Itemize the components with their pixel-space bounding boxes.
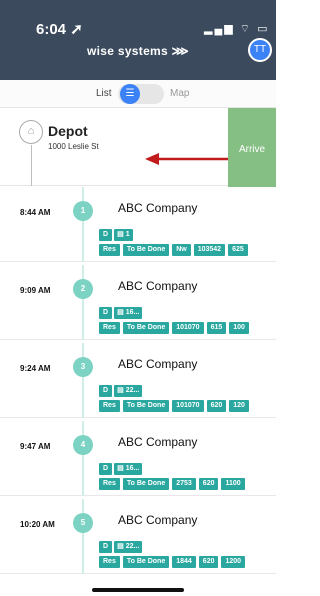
timeline-line — [82, 499, 84, 574]
stop-row[interactable]: 8:44 AM 1 ABC Company D ▤ 1 Res To Be Done Nw 103… — [0, 187, 276, 262]
stop-time: 9:24 AM — [20, 364, 51, 373]
depot-address: 1000 Leslie St — [48, 142, 99, 151]
delivery-code-tag: D — [99, 307, 113, 319]
stop-tags: D ▤ 16... — [99, 463, 143, 475]
timeline-line — [82, 265, 84, 340]
quantity-tag: ▤ 22... — [114, 541, 143, 553]
code-tag: 1200 — [221, 556, 246, 568]
state-tag: To Be Done — [122, 400, 170, 412]
toggle-map-label[interactable]: Map — [170, 88, 189, 99]
stop-meta: Res To Be Done 2753 620 1100 — [99, 478, 245, 490]
package-icon: ▤ — [117, 309, 124, 316]
delivery-code-tag: D — [99, 385, 113, 397]
code-tag: 2753 — [172, 478, 196, 490]
stop-time: 8:44 AM — [20, 208, 51, 217]
state-tag: To Be Done — [122, 244, 170, 256]
stop-tags: D ▤ 22... — [99, 541, 143, 553]
status-time: 6:04 ➚ — [36, 21, 83, 38]
code-tag: 1844 — [172, 556, 196, 568]
timeline-line — [82, 421, 84, 496]
home-indicator — [92, 588, 184, 592]
stop-company: ABC Company — [118, 279, 198, 293]
avatar[interactable]: TT — [248, 38, 272, 62]
stop-number-badge: 3 — [73, 357, 93, 377]
stop-row[interactable]: 10:20 AM 5 ABC Company D ▤ 22... Res To Be Done… — [0, 499, 276, 574]
timeline-line — [82, 187, 84, 262]
quantity-value: 1 — [125, 231, 130, 238]
stop-tags: D ▤ 22... — [99, 385, 143, 397]
code-tag: 103542 — [193, 244, 226, 256]
stop-company: ABC Company — [118, 435, 198, 449]
stop-row[interactable]: 9:24 AM 3 ABC Company D ▤ 22... Res To Be Done 1… — [0, 343, 276, 418]
app-header: 6:04 ➚ ▂▄▆ ⌔ ▭ wise systems ⋙ TT — [0, 0, 276, 80]
toggle-list-label[interactable]: List — [96, 88, 112, 99]
list-icon[interactable]: ☰ — [120, 84, 140, 104]
annotation-arrow-icon — [145, 153, 229, 165]
code-tag: 101070 — [172, 400, 204, 412]
quantity-value: 16... — [125, 465, 140, 472]
quantity-tag: ▤ 22... — [114, 385, 143, 397]
code-tag: 625 — [228, 244, 248, 256]
stop-time: 9:09 AM — [20, 286, 51, 295]
package-icon: ▤ — [117, 543, 124, 550]
quantity-value: 22... — [125, 543, 140, 550]
status-tag: Res — [99, 400, 120, 412]
stop-number-badge: 5 — [73, 513, 93, 533]
delivery-code-tag: D — [99, 541, 113, 553]
stop-company: ABC Company — [118, 513, 198, 527]
code-tag: 620 — [206, 400, 227, 412]
code-tag: 100 — [229, 322, 249, 334]
package-icon: ▤ — [117, 387, 124, 394]
timeline-line — [31, 145, 32, 186]
stop-tags: D ▤ 16... — [99, 307, 143, 319]
status-tag: Res — [99, 556, 120, 568]
stop-row[interactable]: 9:47 AM 4 ABC Company D ▤ 16... Res To Be Done 2… — [0, 421, 276, 496]
quantity-value: 22... — [125, 387, 140, 394]
state-tag: To Be Done — [122, 556, 170, 568]
status-tag: Res — [99, 244, 120, 256]
stop-meta: Res To Be Done Nw 103542 625 — [99, 244, 248, 256]
status-tag: Res — [99, 322, 120, 334]
code-tag: 620 — [198, 556, 219, 568]
delivery-code-tag: D — [99, 463, 113, 475]
stop-number-badge: 4 — [73, 435, 93, 455]
delivery-code-tag: D — [99, 229, 113, 241]
arrive-button[interactable]: Arrive — [228, 108, 276, 192]
stop-time: 9:47 AM — [20, 442, 51, 451]
timeline-line — [82, 343, 84, 418]
brand-logo: wise systems ⋙ — [87, 44, 189, 58]
stop-time: 10:20 AM — [20, 520, 55, 529]
status-tag: Res — [99, 478, 120, 490]
depot-title: Depot — [48, 123, 88, 139]
stop-number-badge: 1 — [73, 201, 93, 221]
stop-tags: D ▤ 1 — [99, 229, 133, 241]
stop-company: ABC Company — [118, 201, 198, 215]
code-tag: 1100 — [221, 478, 245, 490]
stop-row[interactable]: 9:09 AM 2 ABC Company D ▤ 16... Res To Be Done 1… — [0, 265, 276, 340]
state-tag: To Be Done — [122, 478, 170, 490]
depot-row[interactable]: ⌂ Depot 1000 Leslie St Arrive — [0, 108, 276, 192]
code-tag: 120 — [229, 400, 249, 412]
stop-meta: Res To Be Done 1844 620 1200 — [99, 556, 246, 568]
stop-meta: Res To Be Done 101070 620 120 — [99, 400, 249, 412]
code-tag: 620 — [198, 478, 219, 490]
stop-company: ABC Company — [118, 357, 198, 371]
depot-icon: ⌂ — [19, 120, 43, 144]
package-icon: ▤ — [117, 231, 124, 238]
quantity-tag: ▤ 16... — [114, 307, 143, 319]
code-tag: 615 — [206, 322, 227, 334]
code-tag: Nw — [172, 244, 191, 256]
view-toggle[interactable]: ☰ — [118, 84, 164, 104]
status-icons: ▂▄▆ ⌔ ▭ — [204, 23, 270, 35]
quantity-value: 16... — [125, 309, 140, 316]
quantity-tag: ▤ 1 — [114, 229, 133, 241]
quantity-tag: ▤ 16... — [114, 463, 143, 475]
stop-number-badge: 2 — [73, 279, 93, 299]
state-tag: To Be Done — [122, 322, 170, 334]
view-toggle-bar: List ☰ Map — [0, 80, 276, 108]
code-tag: 101070 — [172, 322, 204, 334]
package-icon: ▤ — [117, 465, 124, 472]
stop-meta: Res To Be Done 101070 615 100 — [99, 322, 249, 334]
